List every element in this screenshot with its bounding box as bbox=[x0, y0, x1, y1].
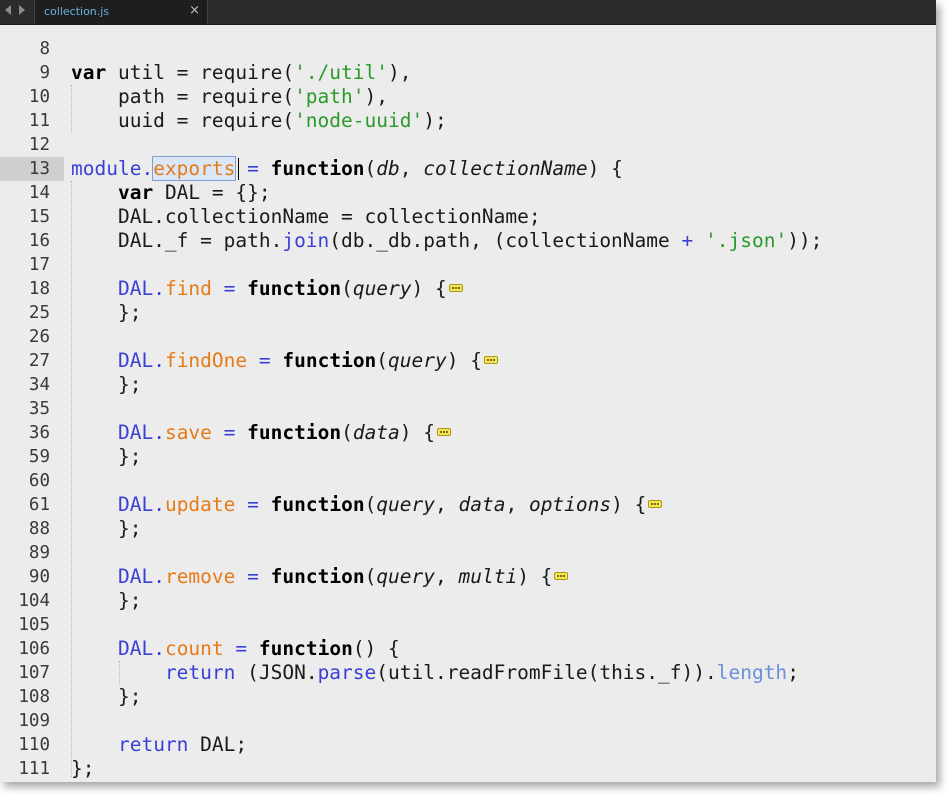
code-line: 34 }; bbox=[0, 373, 936, 397]
code-text: }; bbox=[117, 589, 142, 612]
code-line: 59 }; bbox=[0, 445, 936, 469]
code-text: }; bbox=[117, 517, 142, 540]
code-line: 27 DAL.findOne = function(query) { bbox=[0, 349, 936, 373]
selected-word[interactable]: exports bbox=[152, 156, 237, 181]
code-line: 25 }; bbox=[0, 301, 936, 325]
code-text: DAL.count = function() { bbox=[117, 637, 400, 660]
code-text: }; bbox=[117, 373, 142, 396]
code-text: }; bbox=[117, 301, 142, 324]
line-number: 25 bbox=[28, 303, 50, 323]
tab-scroll-left-icon[interactable] bbox=[5, 5, 11, 15]
folded-code-icon[interactable] bbox=[483, 355, 498, 364]
code-line: 36 DAL.save = function(data) { bbox=[0, 421, 936, 445]
line-number: 13 bbox=[28, 159, 50, 179]
code-text: var DAL = {}; bbox=[117, 181, 271, 204]
folded-code-icon[interactable] bbox=[448, 283, 463, 292]
line-number: 89 bbox=[28, 543, 50, 563]
code-line: 9 var util = require('./util'), bbox=[0, 61, 936, 85]
line-number: 106 bbox=[18, 639, 50, 659]
tab-label: collection.js bbox=[44, 5, 110, 18]
tab-scroll-right-icon[interactable] bbox=[19, 5, 25, 15]
code-text: DAL.remove = function(query, multi) { bbox=[71, 565, 569, 589]
current-code-line: 13 module.exports = function(db, collect… bbox=[0, 156, 936, 181]
line-number: 105 bbox=[18, 615, 50, 635]
code-line: 109 bbox=[0, 709, 936, 733]
line-number: 104 bbox=[18, 591, 50, 611]
code-text: }; bbox=[117, 685, 142, 708]
code-line: 90 DAL.remove = function(query, multi) { bbox=[0, 565, 936, 589]
code-editor[interactable]: 8 9 var util = require('./util'), 10 pat… bbox=[0, 25, 936, 782]
code-text: DAL.find = function(query) { bbox=[71, 277, 463, 301]
line-number: 60 bbox=[28, 471, 50, 491]
code-text: DAL.findOne = function(query) { bbox=[71, 349, 498, 373]
code-text: return (JSON.parse(util.readFromFile(thi… bbox=[164, 661, 799, 684]
line-number: 12 bbox=[28, 135, 50, 155]
code-text: var util = require('./util'), bbox=[71, 61, 412, 84]
editor-window: collection.js × 8 9 var util = require('… bbox=[0, 0, 936, 782]
code-line: 16 DAL._f = path.join(db._db.path, (coll… bbox=[0, 229, 936, 253]
code-line: 35 bbox=[0, 397, 936, 421]
line-number: 14 bbox=[28, 183, 50, 203]
line-number: 11 bbox=[28, 111, 50, 131]
code-line: 11 uuid = require('node-uuid'); bbox=[0, 109, 936, 133]
code-text: }; bbox=[71, 757, 95, 780]
code-text: path = require('path'), bbox=[71, 85, 388, 108]
tab-bar: collection.js × bbox=[0, 0, 936, 25]
code-line: 12 bbox=[0, 133, 936, 157]
close-icon[interactable]: × bbox=[189, 3, 200, 18]
line-number: 8 bbox=[39, 39, 50, 59]
code-text: DAL._f = path.join(db._db.path, (collect… bbox=[71, 229, 823, 252]
line-number: 90 bbox=[28, 567, 50, 587]
code-line: 18 DAL.find = function(query) { bbox=[0, 277, 936, 301]
line-number: 107 bbox=[18, 663, 50, 683]
code-line: 10 path = require('path'), bbox=[0, 85, 936, 109]
code-line: 111 }; bbox=[0, 757, 936, 781]
code-text: DAL.save = function(data) { bbox=[71, 421, 452, 445]
code-line: 14 var DAL = {}; bbox=[0, 181, 936, 205]
line-number: 111 bbox=[18, 759, 50, 779]
code-line: 104 }; bbox=[0, 589, 936, 613]
code-line: 26 bbox=[0, 325, 936, 349]
folded-code-icon[interactable] bbox=[437, 427, 452, 436]
code-text: module.exports = function(db, collection… bbox=[71, 156, 623, 181]
code-line: 17 bbox=[0, 253, 936, 277]
code-line: 60 bbox=[0, 469, 936, 493]
line-number: 109 bbox=[18, 711, 50, 731]
line-number: 110 bbox=[18, 735, 50, 755]
line-number: 17 bbox=[28, 255, 50, 275]
code-text: return DAL; bbox=[117, 733, 248, 756]
folded-code-icon[interactable] bbox=[554, 571, 569, 580]
line-number: 26 bbox=[28, 327, 50, 347]
code-text: DAL.update = function(query, data, optio… bbox=[71, 493, 663, 517]
code-line: 110 return DAL; bbox=[0, 733, 936, 757]
tab-collection-js[interactable]: collection.js × bbox=[34, 0, 208, 24]
line-number: 10 bbox=[28, 87, 50, 107]
line-number: 16 bbox=[28, 231, 50, 251]
code-line: 107 return (JSON.parse(util.readFromFile… bbox=[0, 661, 936, 685]
line-number: 88 bbox=[28, 519, 50, 539]
line-number: 61 bbox=[28, 495, 50, 515]
line-number: 18 bbox=[28, 279, 50, 299]
code-line: 61 DAL.update = function(query, data, op… bbox=[0, 493, 936, 517]
text-cursor bbox=[238, 158, 239, 180]
code-line: 88 }; bbox=[0, 517, 936, 541]
line-number: 34 bbox=[28, 375, 50, 395]
line-number: 108 bbox=[18, 687, 50, 707]
code-text: uuid = require('node-uuid'); bbox=[71, 109, 447, 132]
line-number: 35 bbox=[28, 399, 50, 419]
code-line: 108 }; bbox=[0, 685, 936, 709]
code-line: 15 DAL.collectionName = collectionName; bbox=[0, 205, 936, 229]
line-number: 27 bbox=[28, 351, 50, 371]
code-text: DAL.collectionName = collectionName; bbox=[71, 205, 541, 228]
line-number: 9 bbox=[39, 63, 50, 83]
code-line: 105 bbox=[0, 613, 936, 637]
code-line: 89 bbox=[0, 541, 936, 565]
line-number: 15 bbox=[28, 207, 50, 227]
line-number: 59 bbox=[28, 447, 50, 467]
code-line: 106 DAL.count = function() { bbox=[0, 637, 936, 661]
code-line: 8 bbox=[0, 37, 936, 61]
code-text: }; bbox=[117, 445, 142, 468]
folded-code-icon[interactable] bbox=[648, 499, 663, 508]
line-number: 36 bbox=[28, 423, 50, 443]
